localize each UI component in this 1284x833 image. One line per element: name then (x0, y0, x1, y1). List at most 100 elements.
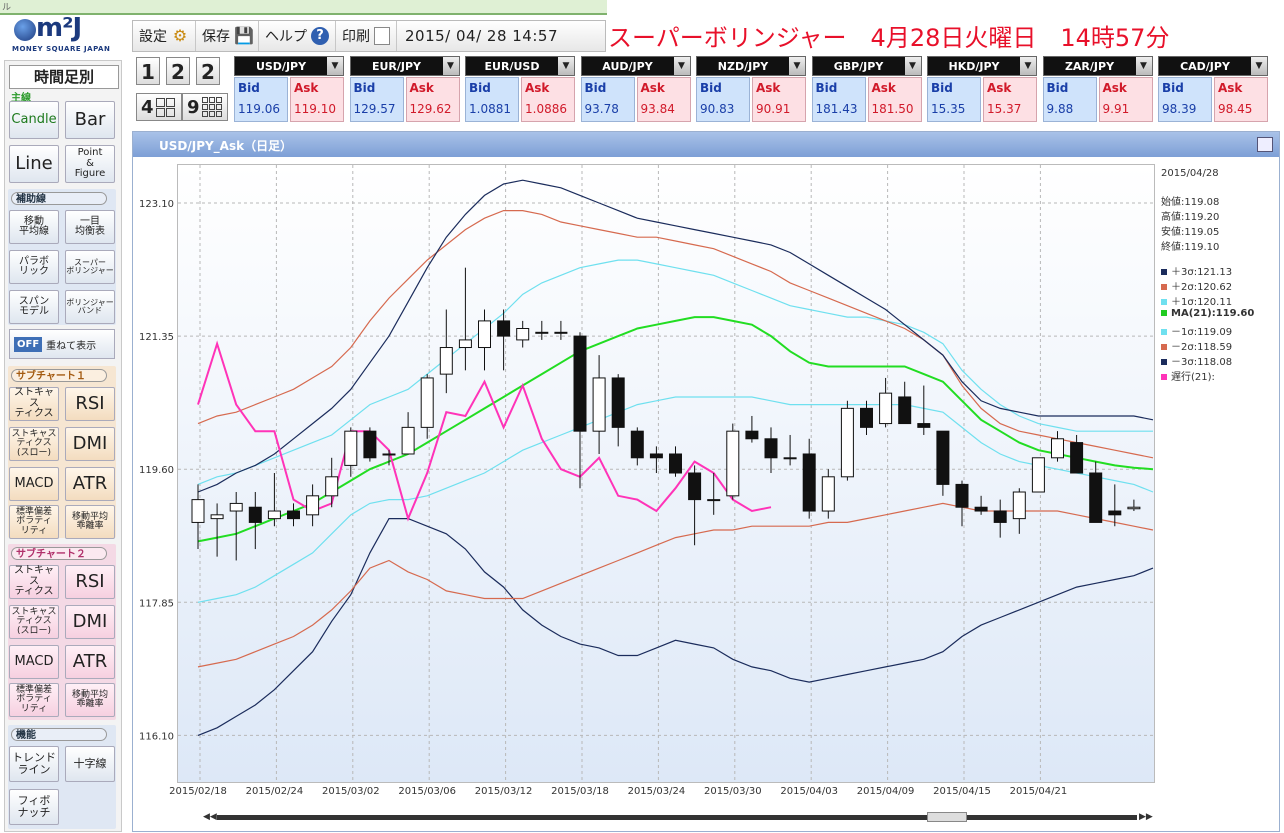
bollinger-band-button[interactable]: ボリンジャー バンド (65, 290, 115, 324)
span-model-button[interactable]: スパン モデル (9, 290, 59, 324)
quote-box[interactable]: AUD/JPY ▼ Bid 93.78 Ask 93.84 (580, 56, 691, 122)
pair-selector[interactable]: HKD/JPY ▼ (927, 56, 1037, 76)
bid-box[interactable]: Bid 181.43 (811, 77, 866, 122)
pair-selector[interactable]: USD/JPY ▼ (234, 56, 344, 76)
scroll-track[interactable] (217, 815, 1137, 820)
layout-2-vertical-button[interactable]: 2 (196, 57, 220, 85)
candle-body (821, 476, 835, 512)
dropdown-arrow-icon[interactable]: ▼ (327, 57, 343, 75)
x-tick-label: 2015/04/03 (780, 786, 838, 797)
bar-button[interactable]: Bar (65, 101, 115, 139)
quote-box[interactable]: CAD/JPY ▼ Bid 98.39 Ask 98.45 (1158, 56, 1268, 122)
timeframe-title[interactable]: 時間足別 (9, 65, 119, 89)
ask-box[interactable]: Ask 98.45 (1214, 77, 1268, 122)
sub1-ma-deviation-button[interactable]: 移動平均 乖離率 (65, 505, 115, 539)
sub1-rsi-button[interactable]: RSI (65, 387, 115, 421)
sub1-dmi-button[interactable]: DMI (65, 427, 115, 461)
bid-box[interactable]: Bid 129.57 (349, 77, 404, 122)
dropdown-arrow-icon[interactable]: ▼ (904, 57, 921, 75)
dropdown-arrow-icon[interactable]: ▼ (1135, 57, 1152, 75)
ask-box[interactable]: Ask 15.37 (983, 77, 1037, 122)
sub2-macd-button[interactable]: MACD (9, 645, 59, 679)
help-button[interactable]: ヘルプ ? (259, 21, 336, 51)
print-button[interactable]: 印刷 (336, 21, 397, 51)
pair-selector[interactable]: AUD/JPY ▼ (580, 56, 691, 76)
dropdown-arrow-icon[interactable]: ▼ (1020, 57, 1036, 75)
quote-box[interactable]: GBP/JPY ▼ Bid 181.43 Ask 181.50 (811, 56, 922, 122)
fibonacci-button[interactable]: フィボ ナッチ (9, 789, 59, 825)
dropdown-arrow-icon[interactable]: ▼ (1251, 57, 1267, 75)
layout-4-button[interactable]: 4 (136, 93, 182, 121)
candle-body (860, 407, 873, 428)
pair-selector[interactable]: CAD/JPY ▼ (1158, 56, 1268, 76)
sub2-rsi-button[interactable]: RSI (65, 565, 115, 599)
layout-1-button[interactable]: 1 (136, 57, 160, 85)
ask-value: 129.62 (409, 102, 452, 116)
pair-selector[interactable]: NZD/JPY ▼ (696, 56, 806, 76)
candle-button[interactable]: Candle (9, 101, 59, 139)
quote-box[interactable]: ZAR/JPY ▼ Bid 9.88 Ask 9.91 (1042, 56, 1153, 122)
quote-box[interactable]: USD/JPY ▼ Bid 119.06 Ask 119.10 (234, 56, 344, 122)
layout-9-button[interactable]: 9 (182, 93, 228, 121)
legend-high: 高値:119.20 (1161, 212, 1220, 223)
bid-box[interactable]: Bid 119.06 (234, 77, 288, 122)
sub1-slow-stochastics-button[interactable]: ストキャス ティクス (スロー) (9, 427, 59, 461)
ask-box[interactable]: Ask 129.62 (405, 77, 460, 122)
bid-box[interactable]: Bid 1.0881 (465, 77, 519, 122)
sub2-stddev-volatility-button[interactable]: 標準偏差 ボラティ リティ (9, 683, 59, 717)
pair-selector[interactable]: ZAR/JPY ▼ (1042, 56, 1153, 76)
line-button[interactable]: Line (9, 145, 59, 183)
ask-box[interactable]: Ask 90.91 (752, 77, 806, 122)
bid-box[interactable]: Bid 9.88 (1042, 77, 1097, 122)
sub2-ma-deviation-button[interactable]: 移動平均 乖離率 (65, 683, 115, 717)
sub2-stochastics-button[interactable]: ストキャス ティクス (9, 565, 59, 599)
bid-value: 98.39 (1162, 102, 1197, 116)
scroll-thumb[interactable] (927, 812, 967, 822)
save-button[interactable]: 保存 💾 (196, 21, 259, 51)
crosshair-button[interactable]: 十字線 (65, 746, 115, 782)
layout-2-horizontal-button[interactable]: 2 (166, 57, 190, 85)
quote-box[interactable]: EUR/JPY ▼ Bid 129.57 Ask 129.62 (349, 56, 460, 122)
sub2-dmi-button[interactable]: DMI (65, 605, 115, 639)
overlay-toggle[interactable]: OFF 重ねて表示 (9, 329, 115, 359)
quote-box[interactable]: NZD/JPY ▼ Bid 90.83 Ask 90.91 (696, 56, 806, 122)
quote-box[interactable]: EUR/USD ▼ Bid 1.0881 Ask 1.0886 (465, 56, 575, 122)
bid-box[interactable]: Bid 90.83 (696, 77, 750, 122)
ichimoku-button[interactable]: 一目 均衡表 (65, 210, 115, 244)
dropdown-arrow-icon[interactable]: ▼ (673, 57, 690, 75)
bid-label: Bid (469, 81, 491, 95)
ask-box[interactable]: Ask 93.84 (636, 77, 691, 122)
settings-button[interactable]: 設定 ⚙ (133, 21, 196, 51)
bid-box[interactable]: Bid 98.39 (1158, 77, 1212, 122)
pair-selector[interactable]: GBP/JPY ▼ (811, 56, 922, 76)
parabolic-button[interactable]: パラボ リック (9, 250, 59, 284)
sub2-slow-stochastics-button[interactable]: ストキャス ティクス (スロー) (9, 605, 59, 639)
pair-selector[interactable]: EUR/USD ▼ (465, 56, 575, 76)
pair-selector[interactable]: EUR/JPY ▼ (349, 56, 460, 76)
super-bollinger-button[interactable]: スーパー ボリンジャー (65, 250, 115, 284)
ask-box[interactable]: Ask 119.10 (290, 77, 344, 122)
quote-box[interactable]: HKD/JPY ▼ Bid 15.35 Ask 15.37 (927, 56, 1037, 122)
scroll-left-icon[interactable]: ◀◀ (203, 812, 217, 822)
bid-box[interactable]: Bid 93.78 (580, 77, 635, 122)
bid-label: Bid (353, 81, 376, 95)
sub2-atr-button[interactable]: ATR (65, 645, 115, 679)
sub1-stddev-volatility-button[interactable]: 標準偏差 ボラティ リティ (9, 505, 59, 539)
dropdown-arrow-icon[interactable]: ▼ (442, 57, 459, 75)
dropdown-arrow-icon[interactable]: ▼ (789, 57, 805, 75)
ask-box[interactable]: Ask 9.91 (1098, 77, 1153, 122)
chart-horizontal-scrollbar[interactable]: ◀◀ ▶▶ (203, 812, 1153, 822)
dropdown-arrow-icon[interactable]: ▼ (558, 57, 574, 75)
point-figure-button[interactable]: Point & Figure (65, 145, 115, 183)
bid-box[interactable]: Bid 15.35 (927, 77, 981, 122)
print-label: 印刷 (342, 29, 370, 45)
moving-average-button[interactable]: 移動 平均線 (9, 210, 59, 244)
candle-body (611, 377, 625, 428)
ask-box[interactable]: Ask 181.50 (867, 77, 922, 122)
sub1-macd-button[interactable]: MACD (9, 467, 59, 501)
sub1-stochastics-button[interactable]: ストキャス ティクス (9, 387, 59, 421)
trendline-button[interactable]: トレンド ライン (9, 746, 59, 782)
sub1-atr-button[interactable]: ATR (65, 467, 115, 501)
scroll-right-icon[interactable]: ▶▶ (1139, 812, 1153, 822)
ask-box[interactable]: Ask 1.0886 (521, 77, 575, 122)
